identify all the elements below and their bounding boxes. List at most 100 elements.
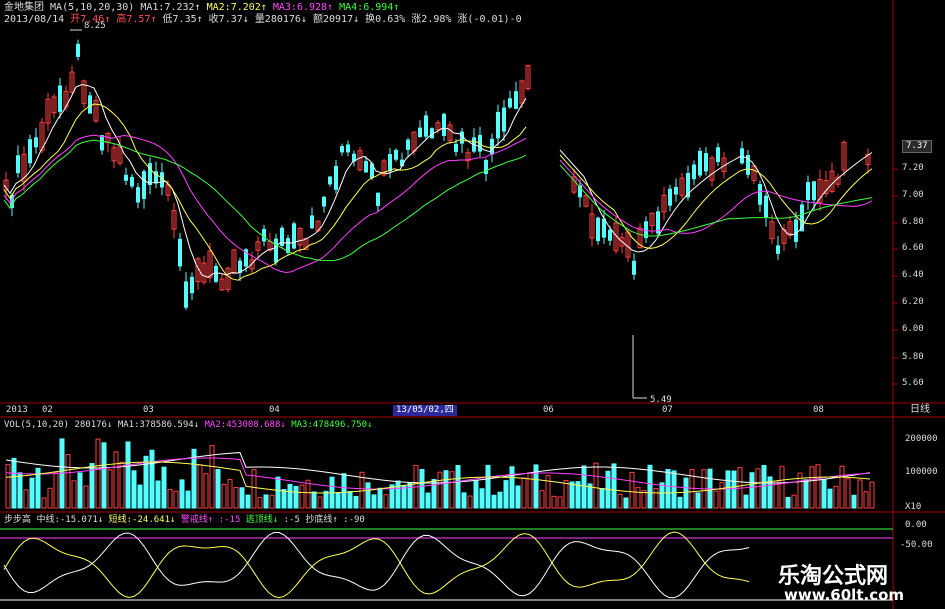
- candle-down: [214, 265, 218, 282]
- volume-bar: [65, 454, 71, 509]
- vol-tick-200000: 200000: [905, 434, 938, 444]
- volume-bar: [347, 491, 353, 509]
- volume-bar: [401, 484, 407, 509]
- volume-bar: [293, 486, 299, 509]
- warning-line: 警戒线↑: [180, 515, 214, 525]
- volume-bar: [635, 486, 641, 509]
- vol-ma1: MA1:378586.594↓: [117, 420, 200, 430]
- candle-down: [442, 113, 446, 136]
- period-label[interactable]: 日线: [910, 404, 930, 416]
- volume-bar: [11, 457, 17, 509]
- price-tick: 7.20: [902, 163, 924, 173]
- price-tick: 7.00: [902, 190, 924, 200]
- candle-down: [274, 238, 278, 263]
- volume-bar: [461, 492, 467, 509]
- volume-bar: [557, 496, 563, 509]
- volume-bar: [521, 477, 527, 509]
- warning-val: :-15: [218, 515, 241, 525]
- volume-bar: [257, 496, 263, 509]
- volume-bar: [503, 480, 509, 509]
- volume-bar: [509, 466, 515, 509]
- ind-tick-50: -50.00: [900, 540, 933, 550]
- candle-down: [178, 238, 182, 267]
- volume-bar: [275, 476, 281, 509]
- volume-bar: [659, 482, 665, 509]
- volume-bar: [161, 466, 167, 509]
- volume-bar: [695, 492, 701, 509]
- volume-bar: [479, 488, 485, 509]
- short-line: 短线:-24.641↓: [108, 515, 176, 525]
- volume-bar: [113, 451, 119, 509]
- volume-bar: [71, 480, 77, 509]
- volume-bar: [713, 490, 719, 509]
- volume-bar: [353, 495, 359, 509]
- x-label-2013: 2013: [6, 405, 28, 415]
- volume-bar: [83, 485, 89, 509]
- volume-bar: [281, 489, 287, 509]
- indicator-name: 步步高: [4, 515, 32, 525]
- volume-bar: [653, 488, 659, 509]
- candle-down: [310, 215, 314, 229]
- candle-down: [454, 143, 458, 152]
- volume-bar: [53, 472, 59, 509]
- volume-bar: [743, 494, 749, 509]
- ma1-line: [559, 149, 873, 253]
- candle-down: [142, 171, 146, 199]
- vol-ma3: MA3:478496.750↓: [291, 420, 373, 430]
- volume-bar: [419, 468, 425, 509]
- candle-down: [130, 176, 134, 187]
- volume-bar: [197, 464, 203, 509]
- volume-bar: [827, 488, 833, 509]
- price-tick: 6.80: [902, 217, 924, 227]
- volume-bar: [761, 464, 767, 509]
- candle-down: [406, 139, 410, 150]
- volume-bar: [677, 496, 683, 509]
- volume-bar: [491, 494, 497, 509]
- candle-down: [514, 91, 518, 109]
- volume-bar: [305, 479, 311, 509]
- price-tick: 6.20: [902, 297, 924, 307]
- volume-bar: [785, 496, 791, 509]
- watermark-url: www.60lt.com: [784, 586, 905, 604]
- volume-bar: [497, 491, 503, 509]
- volume-bar: [77, 472, 83, 509]
- candle-down: [364, 161, 368, 173]
- volume-bar: [179, 479, 185, 509]
- x-label-06: 06: [543, 405, 554, 415]
- candle-down: [340, 146, 344, 153]
- volume-bar: [731, 470, 737, 509]
- volume-bar: [581, 465, 587, 509]
- x-label-02: 02: [42, 405, 53, 415]
- candle-down: [292, 223, 296, 249]
- indicator-line: [3, 531, 750, 599]
- candle-down: [16, 155, 20, 174]
- candle-down: [76, 43, 80, 57]
- candle-down: [88, 95, 92, 114]
- volume-bar: [869, 481, 875, 509]
- volume-bar: [857, 479, 863, 509]
- volume-bar: [425, 492, 431, 509]
- volume-bar: [5, 464, 11, 509]
- candle-down: [502, 107, 506, 132]
- x-label-04: 04: [269, 405, 280, 415]
- volume-bar: [833, 485, 839, 509]
- volume-bar: [395, 480, 401, 509]
- x-label-03: 03: [143, 405, 154, 415]
- vol-ma2: MA2:453008.688↓: [204, 420, 286, 430]
- volume-bar: [215, 469, 221, 509]
- volume-bar: [863, 491, 869, 509]
- volume-bar: [593, 462, 599, 509]
- volume-bar: [539, 490, 545, 509]
- volume-bar: [437, 471, 443, 509]
- volume-bar: [665, 468, 671, 509]
- x-label-07: 07: [662, 405, 673, 415]
- candle-down: [698, 150, 702, 176]
- volume-bar: [227, 478, 233, 509]
- volume-bar: [629, 471, 635, 509]
- ind-tick-0: 0.00: [905, 520, 927, 530]
- ma1-line: [3, 84, 527, 278]
- volume-bar: [125, 441, 131, 509]
- bottom-line: 抄底线↑: [305, 515, 338, 525]
- candle-down: [388, 154, 392, 172]
- candle-down: [704, 153, 708, 172]
